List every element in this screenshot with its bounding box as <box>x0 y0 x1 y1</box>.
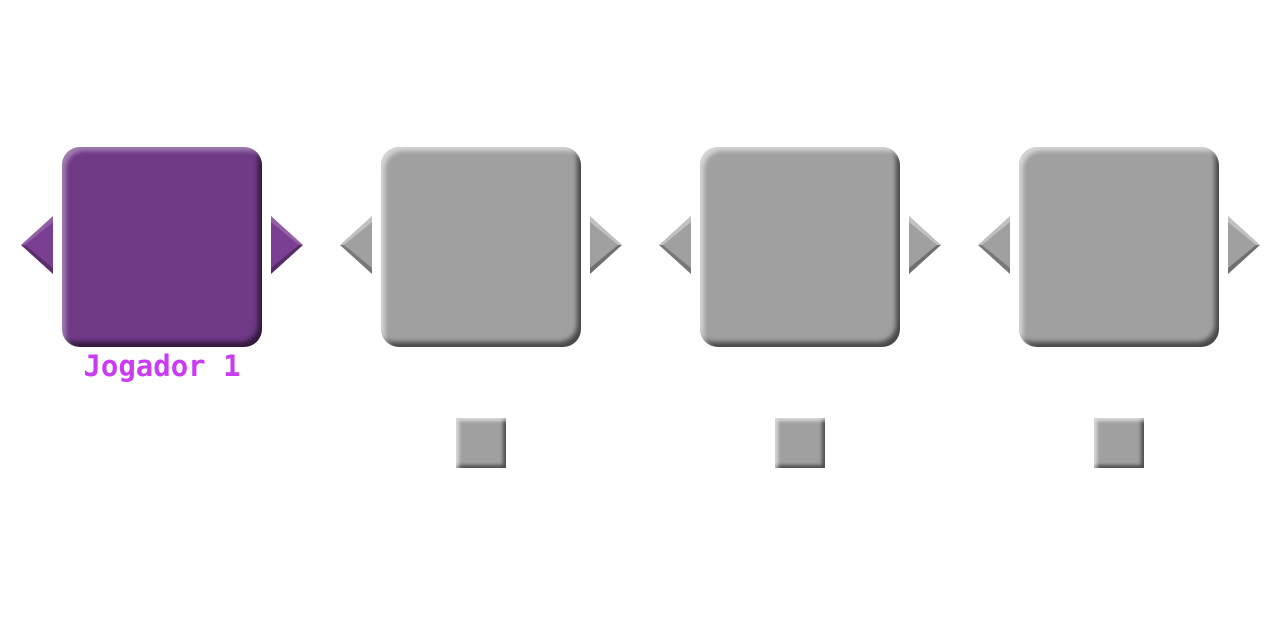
slot-1-player-label: Jogador 1 <box>83 349 241 383</box>
player-select-screen: Jogador 1 <box>0 0 1280 640</box>
slot-2-avatar-box[interactable] <box>381 147 581 347</box>
slot-2-join-button[interactable] <box>456 418 506 468</box>
triangle-right-icon <box>271 216 303 274</box>
triangle-left-icon <box>340 216 372 274</box>
slot-4-avatar-box[interactable] <box>1019 147 1219 347</box>
player-slot-1: Jogador 1 <box>0 146 319 476</box>
player-slot-4 <box>957 146 1276 476</box>
slot-4-prev-arrow[interactable] <box>978 216 1010 274</box>
triangle-right-icon <box>909 216 941 274</box>
slot-3-next-arrow[interactable] <box>909 216 941 274</box>
triangle-left-icon <box>978 216 1010 274</box>
slot-4-join-button[interactable] <box>1094 418 1144 468</box>
triangle-left-icon <box>659 216 691 274</box>
slot-4-next-arrow[interactable] <box>1228 216 1260 274</box>
slot-2-next-arrow[interactable] <box>590 216 622 274</box>
player-slot-2 <box>319 146 638 476</box>
triangle-left-icon <box>21 216 53 274</box>
slot-1-prev-arrow[interactable] <box>21 216 53 274</box>
slot-1-avatar-box[interactable] <box>62 147 262 347</box>
slot-3-join-button[interactable] <box>775 418 825 468</box>
slot-2-prev-arrow[interactable] <box>340 216 372 274</box>
slot-1-next-arrow[interactable] <box>271 216 303 274</box>
triangle-right-icon <box>1228 216 1260 274</box>
slot-3-avatar-box[interactable] <box>700 147 900 347</box>
player-slot-3 <box>638 146 957 476</box>
slot-3-prev-arrow[interactable] <box>659 216 691 274</box>
triangle-right-icon <box>590 216 622 274</box>
